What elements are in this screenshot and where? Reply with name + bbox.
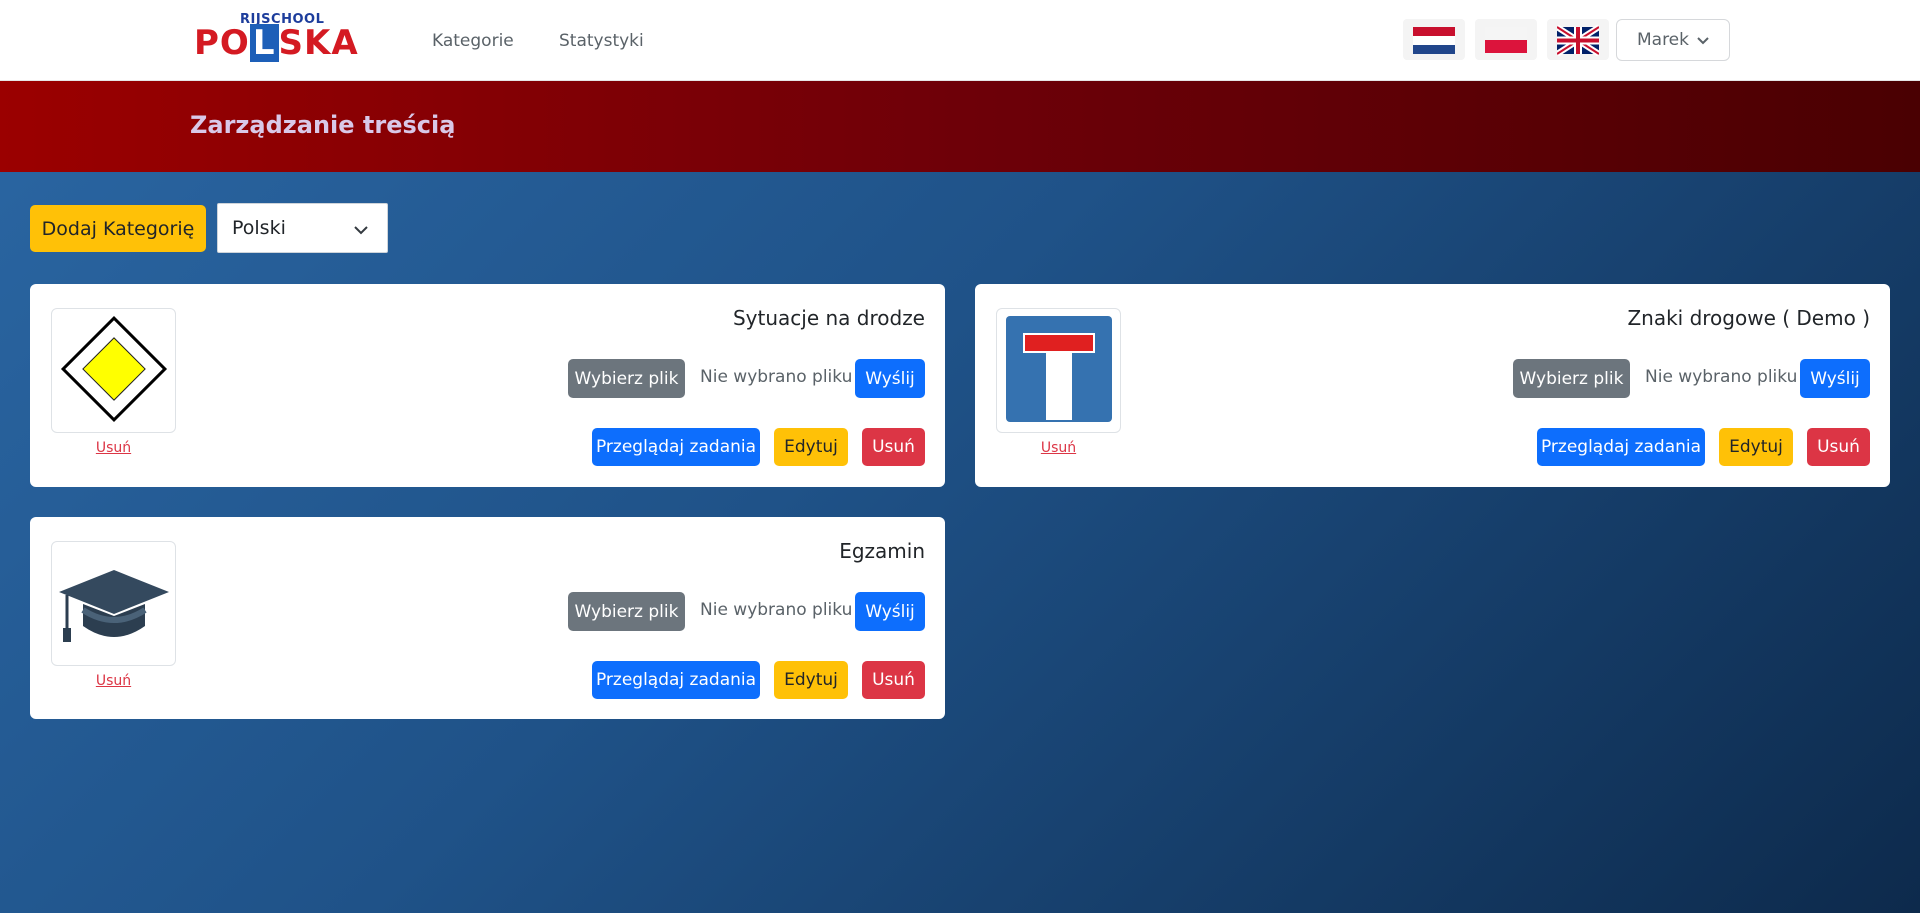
category-image [51, 308, 176, 433]
send-button[interactable]: Wyślij [855, 359, 925, 398]
edit-button[interactable]: Edytuj [774, 661, 848, 699]
language-select[interactable]: Polski [217, 203, 388, 253]
browse-tasks-button[interactable]: Przeglądaj zadania [592, 661, 760, 699]
delete-button[interactable]: Usuń [862, 661, 925, 699]
category-card: Usuń Egzamin Wybierz plik Nie wybrano pl… [30, 517, 945, 719]
top-navbar: RIJSCHOOL POLSKA Kategorie Statystyki Ma… [0, 0, 1920, 81]
chevron-down-icon [1697, 30, 1709, 50]
nav-link-kategorie[interactable]: Kategorie [432, 31, 514, 51]
brand-logo[interactable]: RIJSCHOOL POLSKA [190, 12, 373, 62]
add-category-button[interactable]: Dodaj Kategorię [30, 205, 206, 252]
poland-flag-icon[interactable] [1475, 19, 1537, 60]
remove-image-link[interactable]: Usuń [996, 440, 1121, 456]
choose-file-button[interactable]: Wybierz plik [1513, 359, 1630, 398]
send-button[interactable]: Wyślij [855, 592, 925, 631]
chevron-down-icon [353, 219, 369, 241]
dead-end-sign-icon [1002, 312, 1116, 430]
browse-tasks-button[interactable]: Przeglądaj zadania [592, 428, 760, 466]
remove-image-link[interactable]: Usuń [51, 440, 176, 456]
page-header-banner: Zarządzanie treścią [0, 81, 1920, 172]
remove-image-link[interactable]: Usuń [51, 673, 176, 689]
no-file-label: Nie wybrano pliku [1645, 367, 1798, 387]
category-title: Egzamin [839, 539, 925, 563]
uk-flag-icon[interactable] [1547, 19, 1609, 60]
page-title: Zarządzanie treścią [190, 111, 456, 139]
graduation-cap-icon [55, 552, 173, 656]
priority-road-sign-icon [58, 313, 170, 429]
delete-button[interactable]: Usuń [862, 428, 925, 466]
send-button[interactable]: Wyślij [1800, 359, 1870, 398]
browse-tasks-button[interactable]: Przeglądaj zadania [1537, 428, 1705, 466]
delete-button[interactable]: Usuń [1807, 428, 1870, 466]
category-card: Usuń Sytuacje na drodze Wybierz plik Nie… [30, 284, 945, 487]
edit-button[interactable]: Edytuj [1719, 428, 1793, 466]
language-select-value: Polski [232, 217, 286, 239]
choose-file-button[interactable]: Wybierz plik [568, 592, 685, 631]
netherlands-flag-icon[interactable] [1403, 19, 1465, 60]
category-title: Znaki drogowe ( Demo ) [1627, 306, 1870, 330]
choose-file-button[interactable]: Wybierz plik [568, 359, 685, 398]
category-image [996, 308, 1121, 433]
category-image [51, 541, 176, 666]
category-card: Usuń Znaki drogowe ( Demo ) Wybierz plik… [975, 284, 1890, 487]
no-file-label: Nie wybrano pliku [700, 600, 853, 620]
nav-link-statystyki[interactable]: Statystyki [559, 31, 644, 51]
user-name: Marek [1636, 30, 1689, 50]
user-menu-dropdown[interactable]: Marek [1616, 19, 1730, 61]
no-file-label: Nie wybrano pliku [700, 367, 853, 387]
category-title: Sytuacje na drodze [732, 306, 925, 330]
edit-button[interactable]: Edytuj [774, 428, 848, 466]
logo-main-text: POLSKA [194, 23, 359, 63]
